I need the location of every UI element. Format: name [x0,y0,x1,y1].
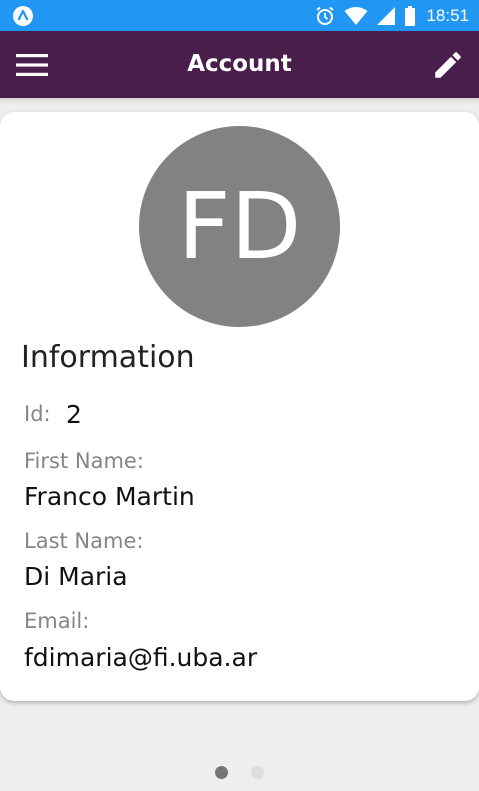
email-label: Email: [24,609,90,633]
app-bar-shadow [0,98,479,104]
account-card: FD Information Id: 2 First Name: Franco … [0,112,479,701]
pager-dot-inactive[interactable] [251,766,264,779]
first-name-value: Franco Martin [24,482,195,511]
page-title: Account [187,51,292,77]
signal-icon [377,6,396,25]
avatar: FD [139,126,340,327]
last-name-label: Last Name: [24,529,144,553]
pager-dot-active[interactable] [215,766,228,779]
app-notification-icon [13,6,33,26]
battery-icon [405,5,416,26]
status-time: 18:51 [426,5,469,25]
id-value: 2 [66,400,82,429]
alarm-icon [316,6,335,25]
information-heading: Information [21,340,195,375]
last-name-value: Di Maria [24,562,128,591]
first-name-label: First Name: [24,449,144,473]
edit-icon[interactable] [431,48,465,82]
id-label: Id: [24,402,51,426]
app-bar: Account [0,31,479,98]
status-bar: 18:51 [0,0,479,31]
wifi-icon [344,6,368,25]
email-value: fdimaria@fi.uba.ar [24,643,258,672]
